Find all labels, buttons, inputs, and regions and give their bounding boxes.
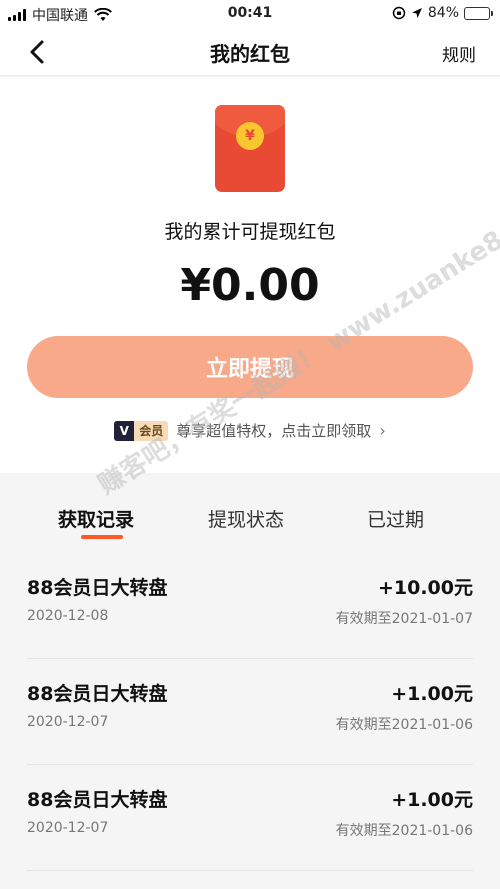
record-date: 2020-12-07 — [27, 714, 109, 730]
vip-promo-link[interactable]: V 会员 尊享超值特权，点击立即领取 › — [0, 420, 500, 441]
status-right: 84% — [392, 5, 493, 21]
tab-expired[interactable]: 已过期 — [367, 505, 424, 532]
tab-records[interactable]: 获取记录 — [58, 505, 134, 532]
status-bar: 中国联通 00:41 84% — [0, 0, 500, 28]
tab-withdraw-status[interactable]: 提现状态 — [208, 505, 284, 532]
active-tab-indicator — [81, 535, 123, 539]
record-list: 88会员日大转盘 2020-12-08 +10.00元 有效期至2021-01-… — [0, 553, 500, 871]
vip-badge-label: 会员 — [134, 420, 169, 441]
record-title: 88会员日大转盘 — [27, 683, 168, 705]
coin-icon: ¥ — [236, 122, 264, 150]
balance-amount: ¥0.00 — [180, 260, 320, 311]
nav-bar: 我的红包 规则 — [0, 28, 500, 76]
record-amount: +1.00元 — [391, 789, 473, 811]
list-item[interactable]: 88会员日大转盘 2020-12-07 +1.00元 有效期至2021-01-0… — [27, 765, 473, 871]
withdraw-button[interactable]: 立即提现 — [27, 336, 473, 398]
record-expiry: 有效期至2021-01-06 — [335, 823, 473, 839]
record-expiry: 有效期至2021-01-06 — [335, 717, 473, 733]
record-tabs: 获取记录 提现状态 已过期 — [0, 473, 500, 553]
balance-label: 我的累计可提现红包 — [164, 221, 336, 243]
list-item[interactable]: 88会员日大转盘 2020-12-07 +1.00元 有效期至2021-01-0… — [27, 659, 473, 765]
record-date: 2020-12-08 — [27, 608, 109, 624]
red-envelope-icon: ¥ — [215, 105, 285, 192]
vip-logo-icon: V — [114, 420, 135, 441]
orientation-lock-icon — [392, 6, 406, 20]
chevron-right-icon: › — [379, 421, 386, 440]
vip-badge: V 会员 — [114, 420, 169, 441]
record-amount: +10.00元 — [377, 577, 473, 599]
record-title: 88会员日大转盘 — [27, 789, 168, 811]
balance-card: ¥ 我的累计可提现红包 ¥0.00 立即提现 V 会员 尊享超值特权，点击立即领… — [0, 77, 500, 473]
location-icon — [411, 8, 422, 18]
page-title: 我的红包 — [210, 42, 290, 66]
list-item[interactable]: 88会员日大转盘 2020-12-08 +10.00元 有效期至2021-01-… — [27, 553, 473, 659]
vip-promo-text: 尊享超值特权，点击立即领取 — [176, 422, 372, 440]
record-amount: +1.00元 — [391, 683, 473, 705]
chevron-left-icon — [30, 40, 44, 64]
battery-percent: 84% — [427, 5, 459, 21]
record-date: 2020-12-07 — [27, 820, 109, 836]
rules-link[interactable]: 规则 — [442, 41, 476, 66]
record-title: 88会员日大转盘 — [27, 577, 168, 599]
battery-icon — [464, 6, 493, 20]
back-button[interactable] — [22, 36, 54, 68]
record-expiry: 有效期至2021-01-07 — [335, 611, 473, 627]
